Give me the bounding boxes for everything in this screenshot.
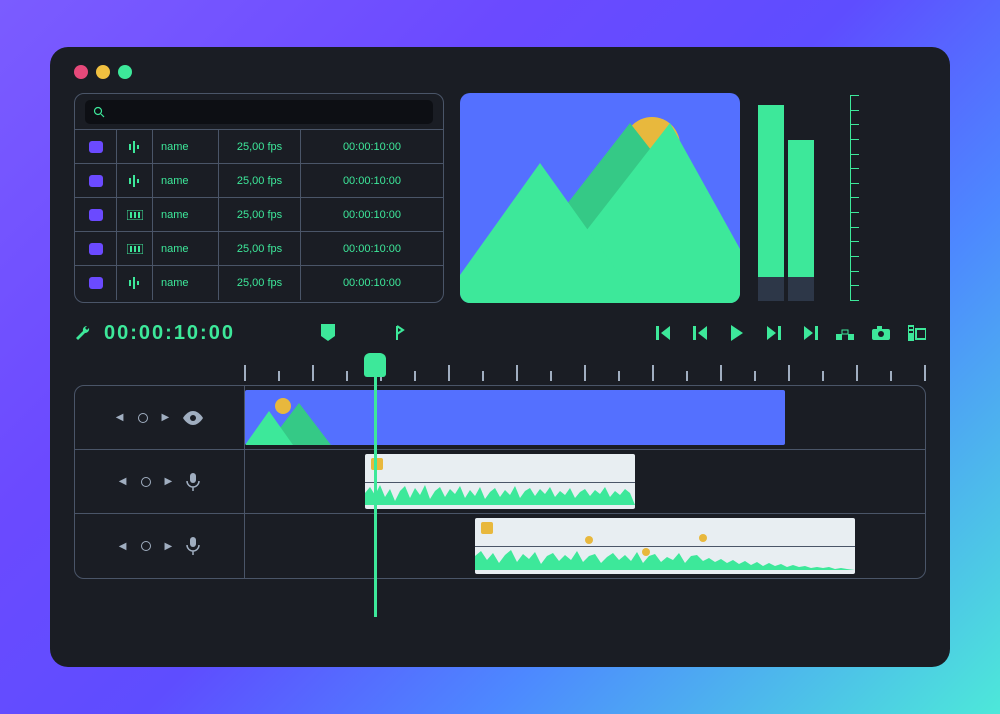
play-button[interactable]	[728, 324, 746, 342]
minimize-window-button[interactable]	[96, 65, 110, 79]
bin-row[interactable]: name 25,00 fps 00:00:10:00	[75, 198, 443, 232]
preview-monitor[interactable]	[460, 93, 740, 303]
clip-name: name	[153, 164, 219, 197]
camera-icon[interactable]	[872, 324, 890, 342]
clip-timecode: 00:00:10:00	[301, 164, 443, 197]
audio-meters	[756, 93, 876, 303]
audio-levels-icon	[127, 141, 143, 153]
track-header[interactable]: ◀ ▶	[75, 450, 245, 513]
track-body[interactable]	[245, 450, 925, 513]
project-bin-panel: name 25,00 fps 00:00:10:00 name 25,00 fp…	[74, 93, 444, 303]
wrench-icon[interactable]	[74, 324, 92, 342]
eye-icon[interactable]	[183, 411, 203, 425]
next-keyframe-button[interactable]: ▶	[162, 412, 170, 423]
track-header[interactable]: ◀ ▶	[75, 386, 245, 449]
clip-chip-icon	[89, 277, 103, 289]
clip-timecode: 00:00:10:00	[301, 266, 443, 300]
clip-chip-icon	[89, 175, 103, 187]
mic-icon[interactable]	[186, 537, 200, 555]
bin-row[interactable]: name 25,00 fps 00:00:10:00	[75, 164, 443, 198]
audio-meter-right	[788, 140, 814, 301]
video-track: ◀ ▶	[75, 386, 925, 450]
audio-track: ◀ ▶	[75, 450, 925, 514]
add-keyframe-button[interactable]	[141, 541, 151, 551]
audio-levels-icon	[127, 175, 143, 187]
clip-chip-icon	[89, 141, 103, 153]
clip-chip-icon	[89, 243, 103, 255]
marker-icon[interactable]	[319, 324, 337, 342]
search-input[interactable]	[85, 100, 433, 124]
track-body[interactable]	[245, 514, 925, 578]
clip-fps: 25,00 fps	[219, 198, 301, 231]
lift-icon[interactable]	[836, 324, 854, 342]
close-window-button[interactable]	[74, 65, 88, 79]
add-keyframe-button[interactable]	[141, 477, 151, 487]
clip-name: name	[153, 130, 219, 163]
go-to-out-button[interactable]	[800, 324, 818, 342]
bin-row[interactable]: name 25,00 fps 00:00:10:00	[75, 130, 443, 164]
app-window: name 25,00 fps 00:00:10:00 name 25,00 fp…	[50, 47, 950, 667]
clip-timecode: 00:00:10:00	[301, 232, 443, 265]
bin-row[interactable]: name 25,00 fps 00:00:10:00	[75, 266, 443, 300]
playhead[interactable]	[364, 353, 386, 617]
prev-keyframe-button[interactable]: ◀	[119, 476, 127, 487]
preview-mountain-graphic	[460, 163, 640, 303]
step-back-button[interactable]	[692, 324, 710, 342]
clip-timecode: 00:00:10:00	[301, 198, 443, 231]
timeline-panel: ◀ ▶ ◀ ▶	[74, 385, 926, 579]
waveform-graphic	[475, 548, 855, 570]
mic-icon[interactable]	[186, 473, 200, 491]
clip-fps: 25,00 fps	[219, 164, 301, 197]
clip-name: name	[153, 266, 219, 300]
clip-name: name	[153, 232, 219, 265]
go-to-in-button[interactable]	[656, 324, 674, 342]
in-point-icon[interactable]	[391, 324, 409, 342]
audio-clip[interactable]	[475, 518, 855, 574]
clip-timecode: 00:00:10:00	[301, 130, 443, 163]
transport-bar: 00:00:10:00	[74, 317, 926, 349]
clip-name: name	[153, 198, 219, 231]
next-keyframe-button[interactable]: ▶	[165, 476, 173, 487]
sequence-icon	[127, 244, 143, 254]
search-icon	[93, 106, 105, 118]
track-body[interactable]	[245, 386, 925, 449]
next-keyframe-button[interactable]: ▶	[165, 541, 173, 552]
timecode-display[interactable]: 00:00:10:00	[104, 322, 235, 345]
audio-clip[interactable]	[365, 454, 635, 509]
video-clip[interactable]	[245, 390, 785, 445]
clip-fps: 25,00 fps	[219, 130, 301, 163]
timeline-ruler[interactable]	[74, 359, 926, 381]
clip-fps: 25,00 fps	[219, 232, 301, 265]
track-header[interactable]: ◀ ▶	[75, 514, 245, 578]
clip-fps: 25,00 fps	[219, 266, 301, 300]
clip-chip-icon	[89, 209, 103, 221]
prev-keyframe-button[interactable]: ◀	[116, 412, 124, 423]
sequence-icon	[127, 210, 143, 220]
titlebar	[74, 65, 926, 79]
audio-levels-icon	[127, 277, 143, 289]
add-keyframe-button[interactable]	[138, 413, 148, 423]
meter-scale	[850, 95, 874, 301]
bin-row[interactable]: name 25,00 fps 00:00:10:00	[75, 232, 443, 266]
audio-meter-left	[758, 105, 784, 301]
export-icon[interactable]	[908, 324, 926, 342]
step-forward-button[interactable]	[764, 324, 782, 342]
audio-track: ◀ ▶	[75, 514, 925, 578]
waveform-graphic	[365, 483, 635, 505]
prev-keyframe-button[interactable]: ◀	[119, 541, 127, 552]
maximize-window-button[interactable]	[118, 65, 132, 79]
